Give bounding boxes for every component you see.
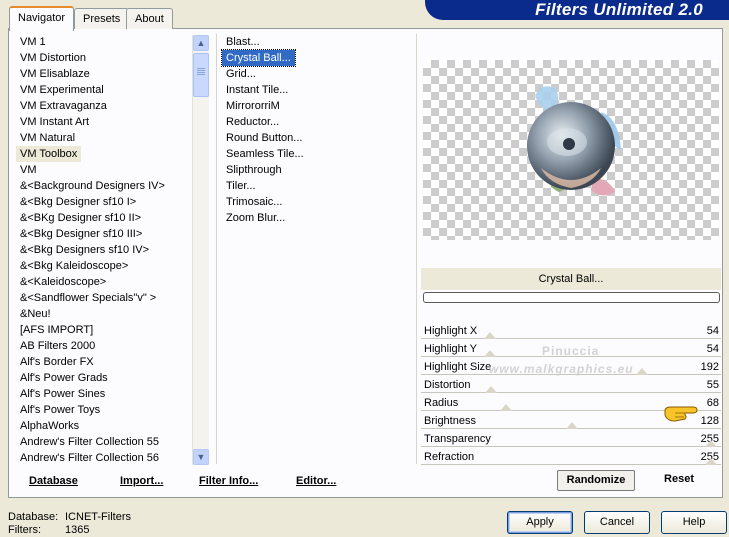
filter-item[interactable]: Trimosaic... xyxy=(222,194,286,210)
filter-info-button[interactable]: Filter Info... xyxy=(199,472,258,490)
filter-item[interactable]: Seamless Tile... xyxy=(222,146,308,162)
database-button[interactable]: Database xyxy=(29,472,78,490)
category-item[interactable]: &<BKg Designer sf10 II> xyxy=(16,210,191,226)
preview-filter-title: Crystal Ball... xyxy=(421,268,721,290)
database-label: Database: xyxy=(8,511,59,523)
category-item[interactable]: AB Filters 2000 xyxy=(16,338,191,354)
filter-item[interactable]: Reductor... xyxy=(222,114,283,130)
watermark-line1: Pinuccia xyxy=(542,344,600,358)
editor-button[interactable]: Editor... xyxy=(296,472,336,490)
randomize-button[interactable]: Randomize xyxy=(557,470,635,491)
slider-knob[interactable] xyxy=(484,332,497,339)
filter-item[interactable]: MirrororriM xyxy=(222,98,284,114)
scroll-down-icon[interactable]: ▼ xyxy=(193,449,209,465)
filters-count-value: 1365 xyxy=(65,524,90,536)
filter-item[interactable]: Round Button... xyxy=(222,130,306,146)
cancel-button[interactable]: Cancel xyxy=(584,511,650,534)
category-list[interactable]: VM 1 VM Distortion VM Elisablaze VM Expe… xyxy=(16,34,191,464)
slider-knob[interactable] xyxy=(705,458,717,465)
slider-transparency[interactable]: Transparency 255 xyxy=(421,430,721,448)
category-item[interactable]: VM Natural xyxy=(16,130,191,146)
category-item[interactable]: Andrew's Filter Collection 55 xyxy=(16,434,191,450)
filter-list[interactable]: Blast... Crystal Ball... Grid... Instant… xyxy=(221,34,412,274)
category-item[interactable]: VM Distortion xyxy=(16,50,191,66)
filter-item[interactable]: Blast... xyxy=(222,34,264,50)
watermark-line2: www.malkgraphics.eu xyxy=(489,362,634,376)
filter-item-selected[interactable]: Crystal Ball... xyxy=(221,49,296,67)
preview-image xyxy=(527,86,621,196)
scroll-up-icon[interactable]: ▲ xyxy=(193,35,209,51)
category-item[interactable]: VM xyxy=(16,162,191,178)
category-item[interactable]: [AFS IMPORT] xyxy=(16,322,191,338)
reset-button[interactable]: Reset xyxy=(650,470,708,491)
app-title-banner: Filters Unlimited 2.0 xyxy=(425,0,729,20)
category-item[interactable]: &<Bkg Kaleidoscope> xyxy=(16,258,191,274)
tab-about[interactable]: About xyxy=(126,8,173,29)
category-item[interactable]: VM Experimental xyxy=(16,82,191,98)
filter-item[interactable]: Instant Tile... xyxy=(222,82,292,98)
category-item[interactable]: &<Bkg Designer sf10 III> xyxy=(16,226,191,242)
category-item[interactable]: &Neu! xyxy=(16,306,191,322)
category-item[interactable]: VM Instant Art xyxy=(16,114,191,130)
category-item[interactable]: Alf's Power Sines xyxy=(16,386,191,402)
pointing-hand-icon xyxy=(664,406,698,422)
category-item[interactable]: &<Bkg Designers sf10 IV> xyxy=(16,242,191,258)
slider-refraction[interactable]: Refraction 255 xyxy=(421,448,721,466)
category-item[interactable]: Alf's Border FX xyxy=(16,354,191,370)
slider-highlight-x[interactable]: Highlight X 54 xyxy=(421,322,721,340)
category-item[interactable]: &<Kaleidoscope> xyxy=(16,274,191,290)
category-item[interactable]: VM Elisablaze xyxy=(16,66,191,82)
divider xyxy=(416,34,417,464)
apply-button[interactable]: Apply xyxy=(507,511,573,534)
database-value: ICNET-Filters xyxy=(65,511,131,523)
filters-count-label: Filters: xyxy=(8,524,41,536)
slider-knob[interactable] xyxy=(565,422,578,429)
category-item[interactable]: Alf's Power Grads xyxy=(16,370,191,386)
category-item[interactable]: Alf's Power Toys xyxy=(16,402,191,418)
tab-navigator[interactable]: Navigator xyxy=(9,6,75,31)
scroll-thumb[interactable] xyxy=(193,53,209,97)
category-item[interactable]: VM 1 xyxy=(16,34,191,50)
slider-knob[interactable] xyxy=(705,440,717,447)
category-item[interactable]: &<Sandflower Specials"v" > xyxy=(16,290,191,306)
help-button[interactable]: Help xyxy=(661,511,727,534)
progress-bar xyxy=(423,292,720,303)
category-item[interactable]: &<Bkg Designer sf10 I> xyxy=(16,194,191,210)
category-scrollbar[interactable]: ▲ ▼ xyxy=(192,35,209,465)
slider-knob[interactable] xyxy=(485,386,498,393)
import-button[interactable]: Import... xyxy=(120,472,163,490)
slider-knob[interactable] xyxy=(635,368,648,375)
category-item[interactable]: VM Extravaganza xyxy=(16,98,191,114)
filter-item[interactable]: Grid... xyxy=(222,66,260,82)
filter-item[interactable]: Zoom Blur... xyxy=(222,210,289,226)
preview-canvas xyxy=(423,60,719,240)
filter-item[interactable]: Tiler... xyxy=(222,178,260,194)
slider-knob[interactable] xyxy=(499,404,512,411)
filter-item[interactable]: Slipthrough xyxy=(222,162,286,178)
slider-distortion[interactable]: Distortion 55 xyxy=(421,376,721,394)
category-item[interactable]: AlphaWorks xyxy=(16,418,191,434)
category-item[interactable]: &<Background Designers IV> xyxy=(16,178,191,194)
category-item[interactable]: Andrew's Filter Collection 56 xyxy=(16,450,191,464)
divider xyxy=(216,34,217,464)
category-item-selected[interactable]: VM Toolbox xyxy=(16,146,82,162)
tab-presets[interactable]: Presets xyxy=(74,8,130,29)
slider-knob[interactable] xyxy=(484,350,497,357)
